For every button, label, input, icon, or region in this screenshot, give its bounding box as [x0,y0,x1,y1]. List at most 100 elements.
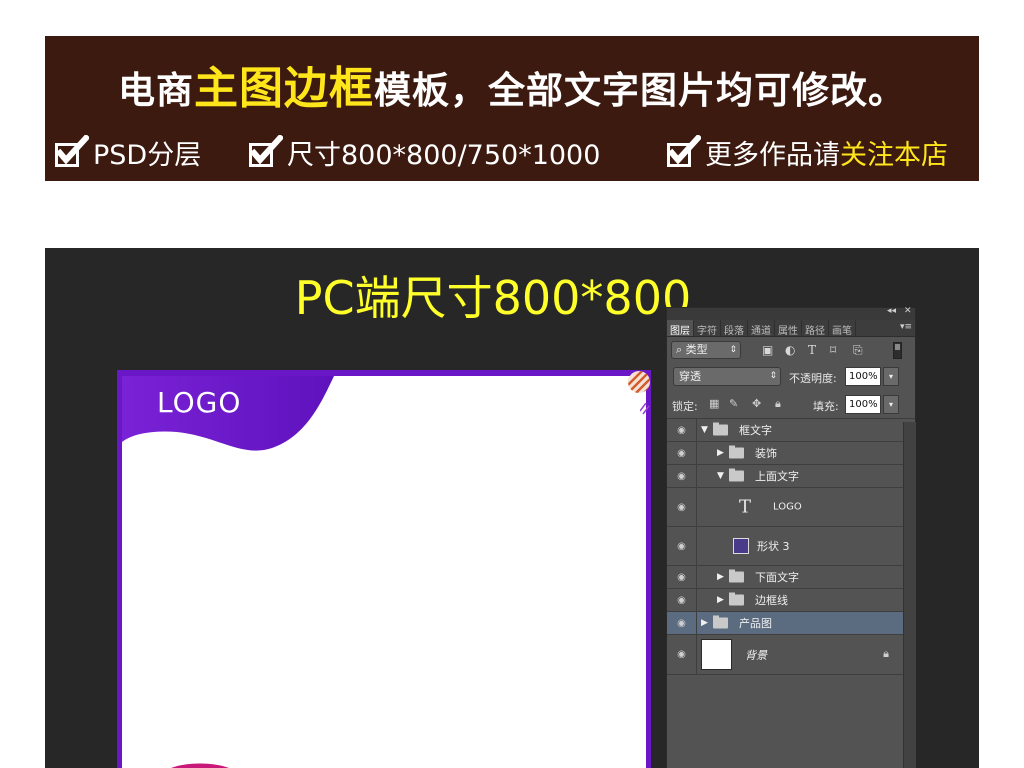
folder-icon [729,468,744,482]
panel-menu-icon[interactable]: ▾≡ [900,322,912,332]
panel-titlebar: ◂◂ ✕ [667,306,915,320]
lock-row: 锁定: ▦ ✎ ✥ 🔒︎ 填充: 100% ▾ [667,391,915,419]
tab-character[interactable]: 字符 [694,320,721,337]
pixel-filter-icon[interactable]: ▣ [762,343,773,357]
feature-psd: PSD分层 [53,132,201,172]
layer-name: 下面文字 [755,571,799,584]
eye-icon[interactable]: ◉ [667,442,697,464]
kind-filter-select[interactable]: ⌕ 类型 ⇕ [671,341,741,359]
checkbox-icon [55,135,89,167]
eye-icon[interactable]: ◉ [667,465,697,487]
layer-name: 背景 [745,648,767,662]
blend-mode-value: 穿透 [679,370,701,383]
lock-all-icon[interactable]: 🔒︎ [775,397,781,411]
folder-icon [729,445,744,459]
layer-row[interactable]: ◉ T LOGO [667,488,903,527]
chevron-right-icon[interactable]: ▶ [717,595,724,605]
checkbox-icon [667,135,701,167]
shape-thumbnail [733,538,749,554]
folder-icon [729,592,744,606]
layer-list: ◉ ▼ 框文字 ◉ ▶ 装饰 ◉ ▼ 上面文字 ◉ T LOGO ◉ 形状 3 … [667,419,903,675]
fill-dropdown-icon[interactable]: ▾ [883,395,899,414]
eye-icon[interactable]: ◉ [667,612,697,634]
eye-icon[interactable]: ◉ [667,635,697,674]
tab-brushes[interactable]: 画笔 [829,320,856,337]
adjustment-filter-icon[interactable]: ◐ [785,343,795,357]
layer-name: 装饰 [755,447,777,460]
layer-row[interactable]: ◉ ▶ 下面文字 [667,566,903,589]
layer-row[interactable]: ◉ ▶ 装饰 [667,442,903,465]
folder-icon [729,569,744,583]
smart-object-filter-icon[interactable]: ⎘ [853,343,863,357]
feature-highlight: 关注本店 [840,139,948,171]
filter-toggle[interactable] [893,342,902,359]
background-thumbnail [701,639,732,670]
opacity-input[interactable]: 100% [845,367,881,386]
feature-text: 更多作品请 [705,139,840,171]
eye-icon[interactable]: ◉ [667,488,697,526]
lock-icon: 🔒︎ [883,647,889,660]
layer-name: 产品图 [739,617,772,630]
layer-row-selected[interactable]: ◉ ▶ 产品图 [667,612,903,635]
eye-icon[interactable]: ◉ [667,566,697,588]
lock-label: 锁定: [672,400,698,413]
layer-row[interactable]: ◉ 形状 3 [667,527,903,566]
shape-filter-icon[interactable]: ⌑ [830,343,836,357]
folder-icon [713,422,728,436]
eye-icon[interactable]: ◉ [667,527,697,565]
bottom-pink-shape [170,763,230,768]
feature-text: PSD分层 [93,139,202,171]
opacity-label: 不透明度: [789,372,837,385]
layer-row[interactable]: ◉ ▼ 框文字 [667,419,903,442]
tab-properties[interactable]: 属性 [775,320,802,337]
folder-icon [713,615,728,629]
tab-paragraph[interactable]: 段落 [721,320,748,337]
filter-row: ⌕ 类型 ⇕ ▣ ◐ T ⌑ ⎘ [667,337,915,363]
template-logo-text: LOGO [157,386,242,419]
select-arrow-icon: ⇕ [729,345,737,355]
tab-paths[interactable]: 路径 [802,320,829,337]
lock-transparency-icon[interactable]: ▦ [709,397,719,410]
layer-row[interactable]: ◉ 背景 🔒︎ [667,635,903,675]
type-filter-icon[interactable]: T [808,343,816,357]
small-stripe-decoration [640,403,650,415]
layers-panel: ◂◂ ✕ 图层 字符 段落 通道 属性 路径 画笔 ▾≡ ⌕ 类型 ⇕ ▣ ◐ … [666,306,916,768]
layer-name: 边框线 [755,594,788,607]
close-icon[interactable]: ✕ [904,306,912,316]
layers-scrollbar[interactable] [903,422,916,768]
eye-icon[interactable]: ◉ [667,589,697,611]
feature-row: PSD分层 尺寸800*800/750*1000 更多作品请 关注本店 [53,132,973,172]
tab-channels[interactable]: 通道 [748,320,775,337]
layer-name: 框文字 [739,424,772,437]
chevron-right-icon[interactable]: ▶ [717,448,724,458]
banner-title-part1: 电商 [118,69,194,112]
collapse-icon[interactable]: ◂◂ [887,306,896,316]
photoshop-screenshot: PC端尺寸800*800 LOGO ◂◂ ✕ 图层 字符 段落 通道 属性 路径… [45,248,979,768]
blend-row: 穿透 ⇕ 不透明度: 100% ▾ [667,363,915,391]
banner-title-part2: 模板，全部文字图片均可修改。 [374,69,906,112]
feature-text: 尺寸800*800/750*1000 [287,139,601,171]
layer-row[interactable]: ◉ ▶ 边框线 [667,589,903,612]
kind-filter-value: 类型 [685,343,708,356]
feature-size: 尺寸800*800/750*1000 [247,132,600,172]
panel-tabbar: 图层 字符 段落 通道 属性 路径 画笔 ▾≡ [667,320,915,337]
opacity-dropdown-icon[interactable]: ▾ [883,367,899,386]
template-canvas: LOGO [122,376,646,768]
fill-input[interactable]: 100% [845,395,881,414]
chevron-down-icon[interactable]: ▼ [717,471,724,481]
search-icon: ⌕ [676,343,686,356]
layer-row[interactable]: ◉ ▼ 上面文字 [667,465,903,488]
promo-banner: 电商主图边框模板，全部文字图片均可修改。 PSD分层 尺寸800*800/750… [45,36,979,181]
chevron-right-icon[interactable]: ▶ [701,618,708,628]
banner-title: 电商主图边框模板，全部文字图片均可修改。 [45,52,979,116]
text-layer-icon: T [739,496,752,518]
eye-icon[interactable]: ◉ [667,419,697,441]
banner-title-highlight: 主图边框 [194,63,374,114]
lock-paint-icon[interactable]: ✎ [729,397,738,410]
blend-mode-select[interactable]: 穿透 ⇕ [673,367,781,386]
chevron-down-icon[interactable]: ▼ [701,425,708,435]
lock-position-icon[interactable]: ✥ [752,397,761,410]
feature-more: 更多作品请 关注本店 [665,132,948,172]
tab-layers[interactable]: 图层 [667,320,694,337]
chevron-right-icon[interactable]: ▶ [717,572,724,582]
